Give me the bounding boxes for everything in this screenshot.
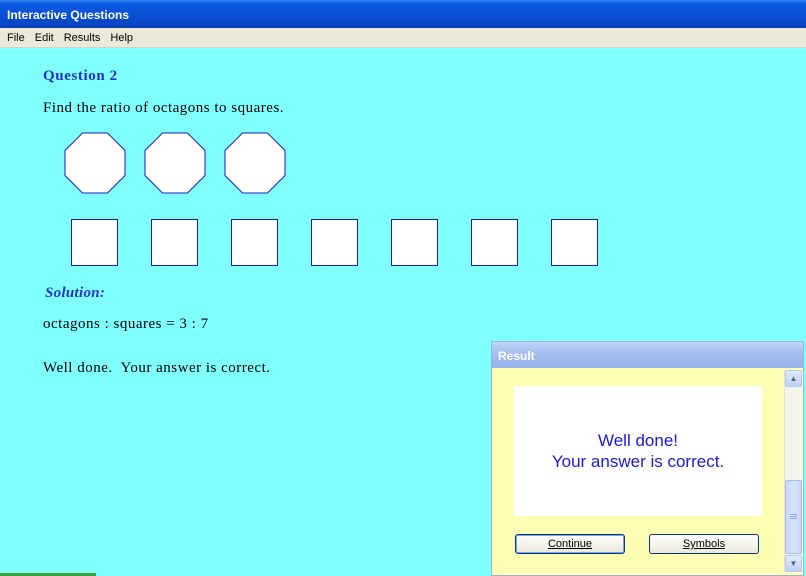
- result-message-line2: Your answer is correct.: [551, 452, 725, 471]
- grip-line: [790, 516, 797, 517]
- octagon-shape: [224, 132, 286, 194]
- square-shape: [471, 219, 518, 266]
- square-shape: [311, 219, 358, 266]
- scroll-up-icon[interactable]: ▲: [785, 370, 802, 387]
- square-shape: [71, 219, 118, 266]
- result-dialog-title[interactable]: Result: [492, 342, 803, 368]
- menu-help[interactable]: Help: [105, 28, 138, 48]
- result-dialog: Result Well done! Your answer is correct…: [491, 341, 804, 576]
- result-message-box: Well done! Your answer is correct.: [514, 386, 762, 516]
- square-shape: [551, 219, 598, 266]
- continue-label: Continue: [547, 538, 593, 550]
- question-title: Question 2: [43, 68, 118, 84]
- title-bar[interactable]: Interactive Questions: [0, 0, 806, 28]
- menu-results[interactable]: Results: [59, 28, 106, 48]
- square-shape: [391, 219, 438, 266]
- square-shape: [151, 219, 198, 266]
- solution-text: octagons : squares = 3 : 7: [43, 316, 209, 332]
- symbols-button[interactable]: Symbols: [649, 534, 759, 554]
- grip-line: [790, 518, 797, 519]
- question-text: Find the ratio of octagons to squares.: [43, 100, 285, 116]
- octagon-shape: [64, 132, 126, 194]
- square-shape: [231, 219, 278, 266]
- menu-edit[interactable]: Edit: [30, 28, 59, 48]
- continue-button[interactable]: Continue: [515, 534, 625, 554]
- menu-file[interactable]: File: [2, 28, 30, 48]
- octagon-shape: [144, 132, 206, 194]
- window-title: Interactive Questions: [7, 8, 130, 22]
- dialog-scrollbar[interactable]: ▲ ▼: [784, 370, 802, 572]
- menu-bar: File Edit Results Help: [0, 28, 806, 48]
- result-message-line1: Well done!: [597, 431, 678, 450]
- solution-title: Solution:: [45, 285, 106, 301]
- feedback-text: Well done. Your answer is correct.: [43, 360, 271, 376]
- grip-line: [790, 514, 797, 515]
- result-title-label: Result: [498, 349, 535, 363]
- scroll-thumb[interactable]: [785, 480, 802, 554]
- main-window: Interactive Questions File Edit Results Hel…: [0, 0, 806, 576]
- scroll-down-icon[interactable]: ▼: [785, 555, 802, 572]
- symbols-label: Symbols: [682, 538, 726, 550]
